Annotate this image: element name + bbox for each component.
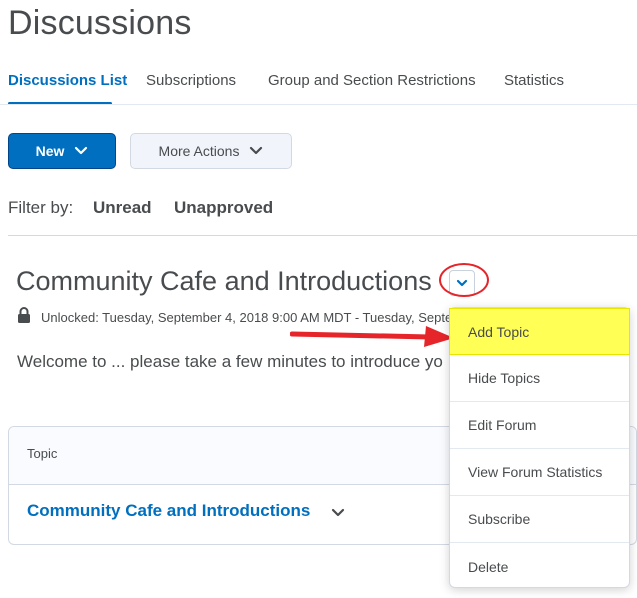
tab-bar-divider [0, 104, 637, 105]
menu-item-edit-forum[interactable]: Edit Forum [450, 402, 629, 449]
new-button-label: New [35, 143, 65, 159]
menu-item-hide-topics[interactable]: Hide Topics [450, 355, 629, 402]
tab-subscriptions[interactable]: Subscriptions [146, 72, 236, 89]
tab-group-section-restrictions[interactable]: Group and Section Restrictions [268, 72, 476, 89]
filter-unapproved[interactable]: Unapproved [174, 198, 273, 218]
forum-description: Welcome to ... please take a few minutes… [17, 352, 443, 371]
more-actions-label: More Actions [158, 143, 240, 159]
chevron-down-icon [250, 146, 263, 155]
forum-title: Community Cafe and Introductions [16, 266, 432, 296]
topic-link[interactable]: Community Cafe and Introductions [27, 501, 310, 521]
forum-context-menu: Add Topic Hide Topics Edit Forum View Fo… [449, 307, 630, 588]
menu-item-subscribe[interactable]: Subscribe [450, 496, 629, 543]
arrow-annotation [290, 326, 454, 347]
tab-statistics[interactable]: Statistics [504, 72, 564, 89]
page-title: Discussions [8, 4, 192, 42]
section-divider [8, 235, 637, 236]
filter-unread[interactable]: Unread [93, 198, 152, 218]
menu-item-add-topic[interactable]: Add Topic [449, 308, 630, 355]
tab-discussions-list[interactable]: Discussions List [8, 72, 127, 89]
chevron-down-icon[interactable] [331, 507, 345, 519]
new-button[interactable]: New [8, 133, 116, 169]
topic-column-header: Topic [27, 446, 58, 461]
menu-item-delete[interactable]: Delete [450, 543, 629, 590]
annotation-circle [439, 263, 489, 297]
menu-item-view-forum-statistics[interactable]: View Forum Statistics [450, 449, 629, 496]
lock-icon [18, 307, 30, 323]
tab-bar: Discussions List Subscriptions Group and… [0, 72, 637, 106]
filter-label: Filter by: [8, 198, 74, 217]
more-actions-button[interactable]: More Actions [130, 133, 292, 169]
chevron-down-icon [75, 146, 88, 155]
